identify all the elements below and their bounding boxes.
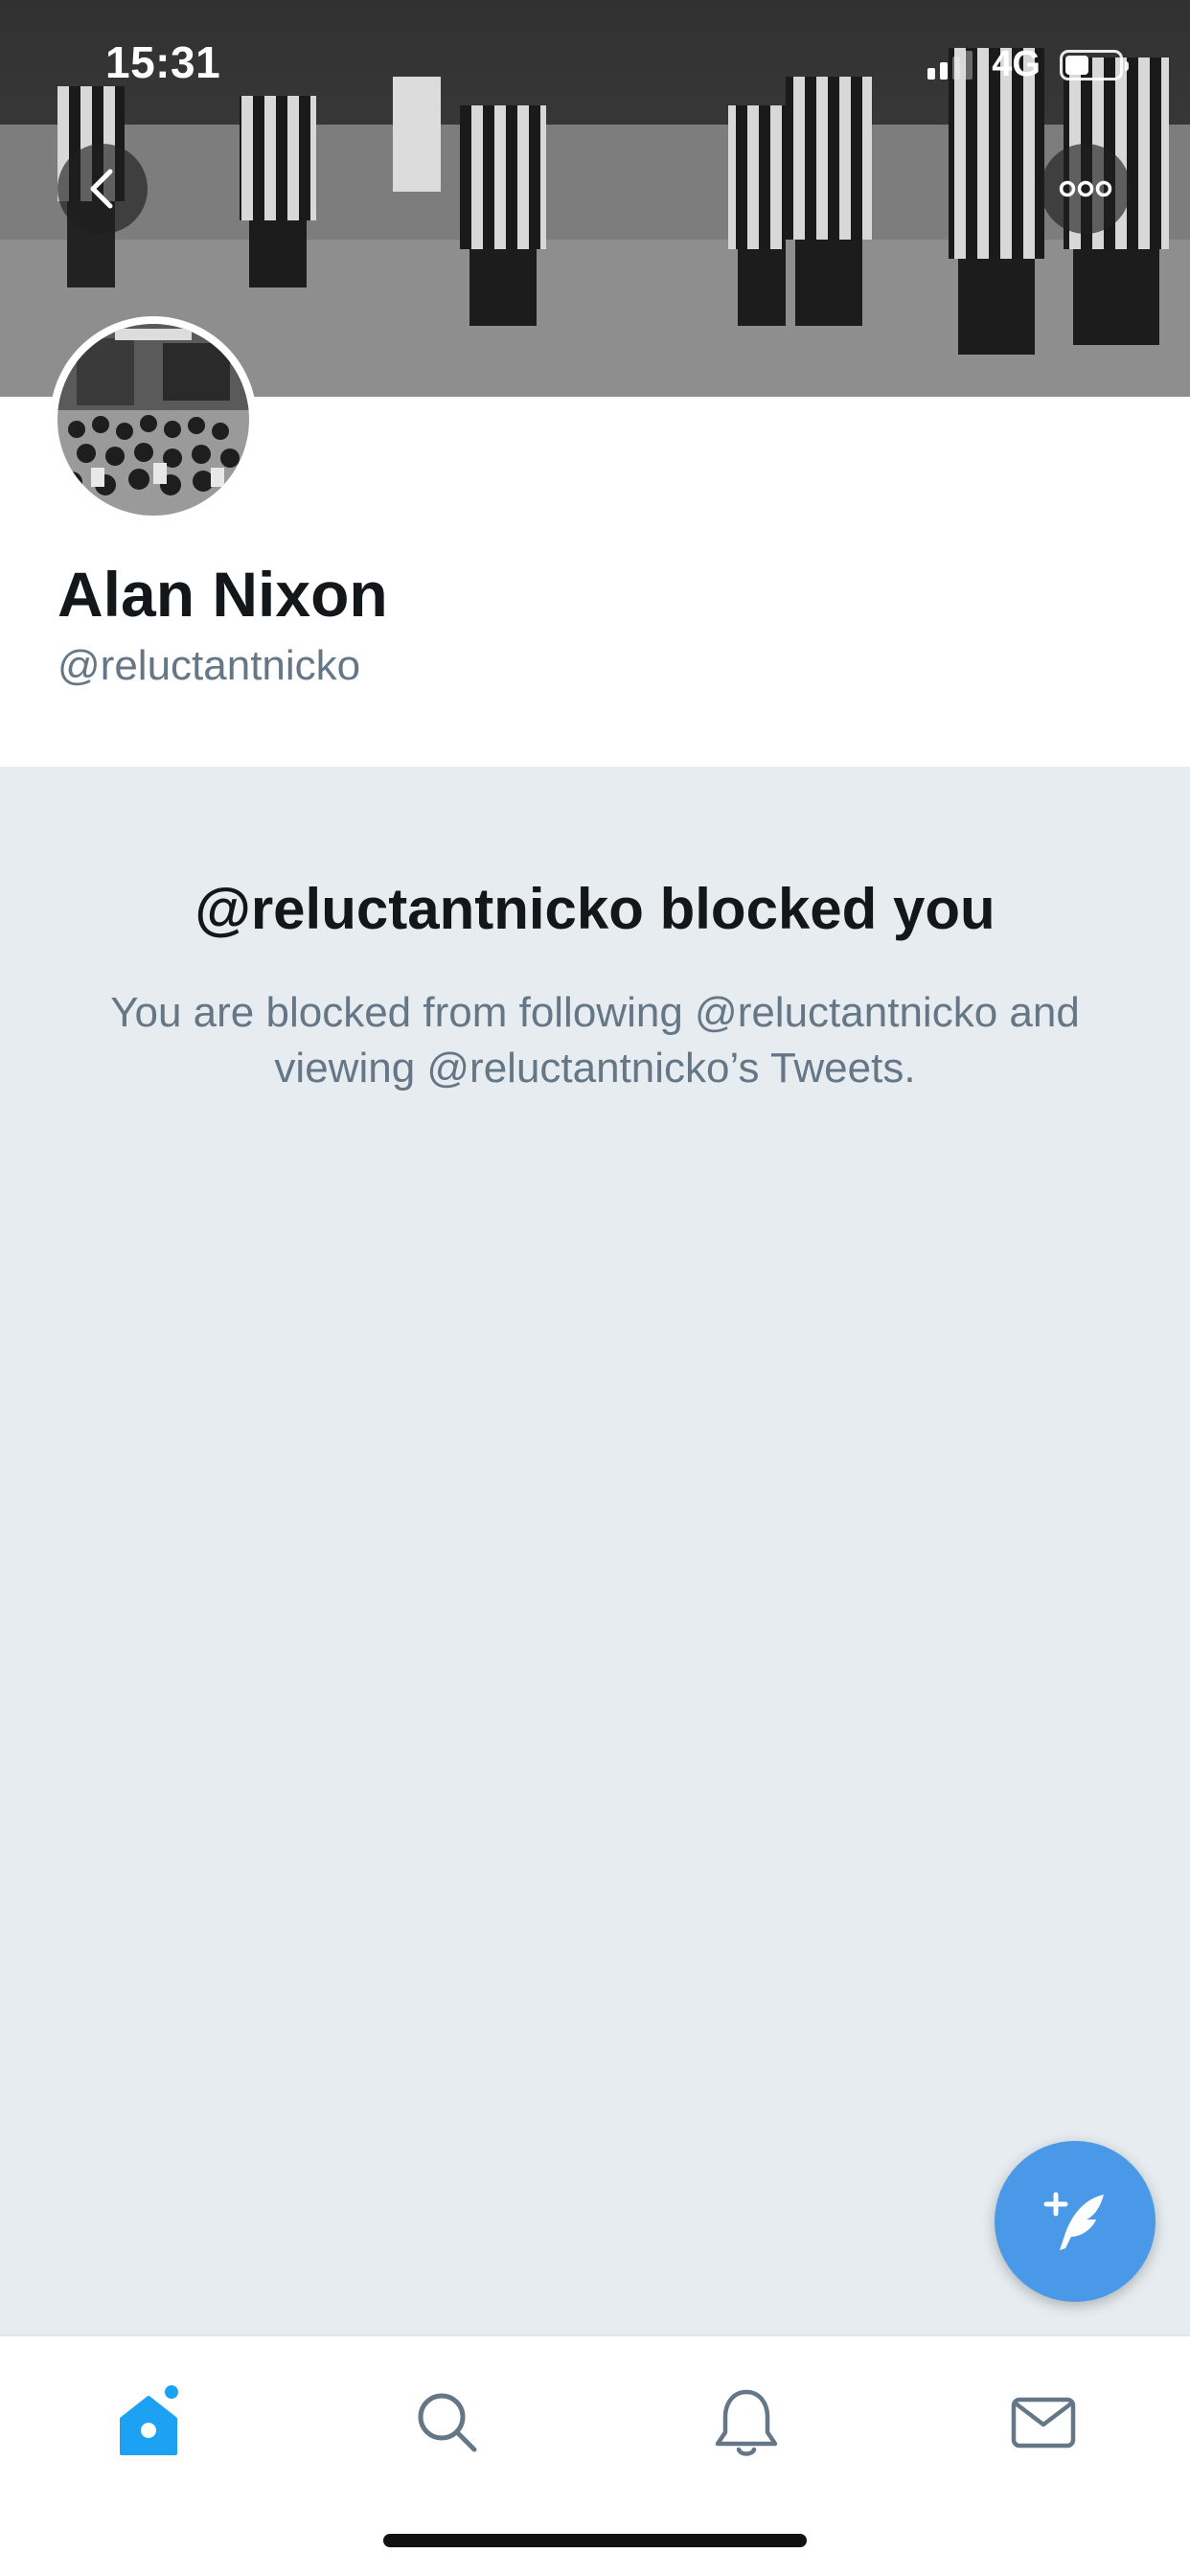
blocked-title: @reluctantnicko blocked you xyxy=(195,877,995,941)
home-indicator[interactable] xyxy=(383,2534,807,2547)
notification-dot xyxy=(165,2385,178,2399)
cellular-signal-icon xyxy=(927,50,973,80)
chevron-left-icon xyxy=(90,169,113,209)
profile-display-name: Alan Nixon xyxy=(57,559,388,630)
status-indicators: 4G xyxy=(927,44,1129,85)
tab-home[interactable] xyxy=(96,2375,201,2471)
profile-screen: 15:31 4G Alan Nixon @reluctantnicko @rel… xyxy=(0,0,1190,2576)
tab-messages[interactable] xyxy=(991,2375,1096,2471)
bell-icon xyxy=(715,2389,778,2456)
tab-search[interactable] xyxy=(395,2375,500,2471)
battery-icon xyxy=(1060,49,1129,80)
search-icon xyxy=(418,2393,477,2452)
compose-tweet-icon xyxy=(1043,2192,1104,2250)
status-time: 15:31 xyxy=(105,37,221,87)
mail-icon xyxy=(1011,2397,1076,2449)
avatar-photo xyxy=(57,324,249,516)
blocked-description: You are blocked from following @reluctan… xyxy=(110,989,1080,1092)
more-options-button[interactable] xyxy=(1041,144,1131,234)
profile-handle: @reluctantnicko xyxy=(57,642,361,689)
back-button[interactable] xyxy=(57,144,148,234)
avatar[interactable] xyxy=(50,316,257,523)
more-horizontal-icon xyxy=(1059,180,1112,197)
status-bar: 15:31 4G xyxy=(0,0,1190,126)
network-type: 4G xyxy=(992,44,1041,84)
tab-notifications[interactable] xyxy=(694,2375,799,2471)
home-icon xyxy=(120,2385,178,2455)
compose-tweet-button[interactable] xyxy=(995,2141,1156,2302)
